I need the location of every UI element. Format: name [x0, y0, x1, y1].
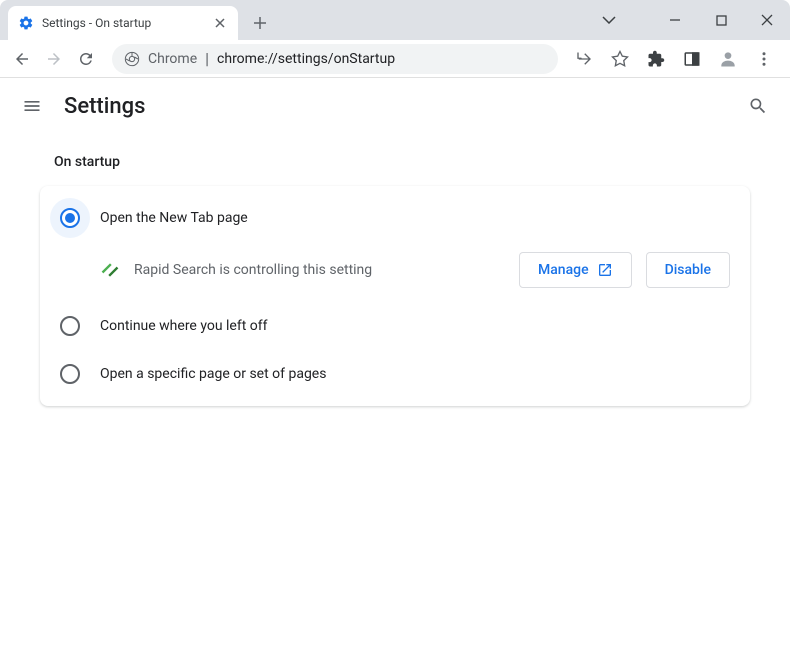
option-label: Continue where you left off [100, 318, 268, 334]
startup-card: Open the New Tab page Rapid Search is co… [40, 186, 750, 406]
extensions-button[interactable] [642, 45, 670, 73]
close-icon[interactable] [212, 15, 228, 31]
search-button[interactable] [746, 94, 770, 118]
manage-button[interactable]: Manage [519, 252, 632, 288]
menu-button[interactable] [750, 45, 778, 73]
back-button[interactable] [8, 45, 36, 73]
extension-icon [100, 260, 120, 280]
share-button[interactable] [570, 45, 598, 73]
option-new-tab[interactable]: Open the New Tab page [40, 194, 750, 242]
profile-avatar[interactable] [714, 45, 742, 73]
disable-button[interactable]: Disable [646, 252, 730, 288]
window-titlebar: Settings - On startup [0, 0, 790, 40]
main-content: On startup Open the New Tab page Rapid S… [0, 134, 790, 426]
option-continue[interactable]: Continue where you left off [40, 302, 750, 350]
browser-toolbar: Chrome | chrome://settings/onStartup [0, 40, 790, 78]
option-label: Open a specific page or set of pages [100, 366, 326, 382]
minimize-button[interactable] [652, 4, 698, 36]
maximize-button[interactable] [698, 4, 744, 36]
controlled-text: Rapid Search is controlling this setting [134, 262, 505, 278]
settings-header: Settings [0, 78, 790, 134]
chrome-icon [124, 51, 140, 67]
reload-button[interactable] [72, 45, 100, 73]
extension-controlled-notice: Rapid Search is controlling this setting… [40, 242, 750, 302]
address-bar[interactable]: Chrome | chrome://settings/onStartup [112, 44, 558, 74]
url-path: chrome://settings/onStartup [217, 51, 395, 67]
side-panel-button[interactable] [678, 45, 706, 73]
url-scheme: Chrome [148, 51, 197, 67]
browser-tab[interactable]: Settings - On startup [8, 6, 238, 40]
radio-button[interactable] [60, 364, 80, 384]
radio-button[interactable] [60, 208, 80, 228]
new-tab-button[interactable] [246, 9, 274, 37]
bookmark-button[interactable] [606, 45, 634, 73]
window-controls [586, 0, 790, 40]
radio-button[interactable] [60, 316, 80, 336]
launch-icon [597, 262, 613, 278]
toolbar-actions [570, 45, 782, 73]
tabs-dropdown-button[interactable] [586, 4, 632, 36]
option-specific-page[interactable]: Open a specific page or set of pages [40, 350, 750, 398]
section-title: On startup [54, 154, 750, 170]
forward-button[interactable] [40, 45, 68, 73]
gear-icon [18, 15, 34, 31]
close-window-button[interactable] [744, 4, 790, 36]
hamburger-menu-button[interactable] [20, 94, 44, 118]
page-title: Settings [64, 94, 145, 119]
option-label: Open the New Tab page [100, 210, 248, 226]
tab-title: Settings - On startup [42, 16, 212, 30]
